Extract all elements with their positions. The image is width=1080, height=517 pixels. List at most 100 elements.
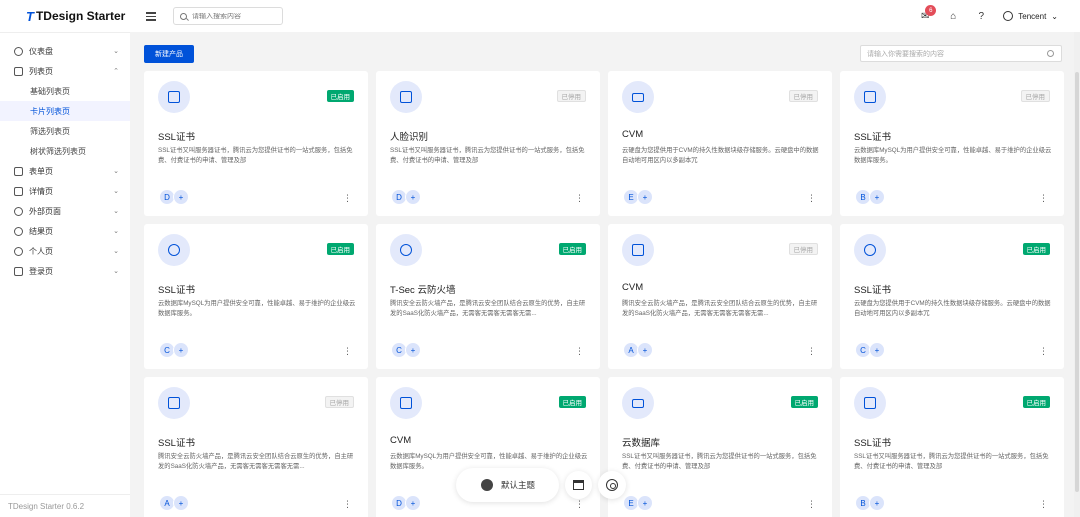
- more-options-icon[interactable]: ⋮: [1039, 194, 1048, 203]
- card-avatars: A +: [623, 342, 653, 358]
- search-icon: [180, 12, 187, 20]
- status-badge: 已启用: [558, 396, 586, 408]
- sidebar-item-label: 列表页: [29, 66, 53, 76]
- more-options-icon[interactable]: ⋮: [1039, 347, 1048, 356]
- floating-toolbar: 默认主题: [456, 468, 626, 502]
- more-options-icon[interactable]: ⋮: [1039, 500, 1048, 509]
- sidebar-item-label: 仪表盘: [29, 46, 53, 56]
- help-icon[interactable]: ?: [975, 10, 987, 22]
- chevron-down-icon: ⌄: [113, 248, 119, 255]
- sidebar-item-dashboard[interactable]: 仪表盘 ⌄: [0, 41, 130, 61]
- chevron-up-icon: ⌃: [113, 68, 119, 75]
- add-member-button[interactable]: +: [405, 342, 421, 358]
- status-badge: 已启用: [790, 396, 818, 408]
- status-badge: 已启用: [558, 243, 586, 255]
- card-title: CVM: [390, 435, 412, 446]
- sidebar-item-user[interactable]: 个人页 ⌄: [0, 241, 130, 261]
- chevron-down-icon: ⌄: [113, 228, 119, 235]
- mail-icon[interactable]: ✉ 6: [919, 5, 937, 22]
- header-search[interactable]: [173, 7, 283, 25]
- add-member-button[interactable]: +: [637, 342, 653, 358]
- add-member-button[interactable]: +: [173, 495, 189, 511]
- user-name: Tencent: [1018, 11, 1047, 21]
- sidebar-item-list[interactable]: 列表页 ⌃: [0, 61, 130, 81]
- more-options-icon[interactable]: ⋮: [807, 194, 816, 203]
- sidebar-item-detail[interactable]: 详情页 ⌄: [0, 181, 130, 201]
- more-options-icon[interactable]: ⋮: [575, 347, 584, 356]
- menu-toggle-icon[interactable]: [146, 11, 160, 21]
- product-card[interactable]: 已启用 T-Sec 云防火墙 腾讯安全云防火墙产品，是腾讯云安全团队结合云原生的优势…: [376, 224, 600, 369]
- card-avatars: E +: [623, 495, 653, 511]
- add-member-button[interactable]: +: [173, 189, 189, 205]
- product-card[interactable]: 已启用 云数据库 SSL证书又叫服务器证书，腾讯云为您提供证书的一站式服务，包括免费…: [608, 377, 832, 517]
- card-avatars: B +: [855, 495, 885, 511]
- product-card[interactable]: 已停用 SSL证书云数据库MySQL为用户提供安全可靠，性能卓越、易于维护的企业级…: [840, 71, 1064, 216]
- scrollbar[interactable]: [1074, 32, 1080, 517]
- sidebar-item-form[interactable]: 表单页 ⌄: [0, 161, 130, 181]
- more-options-icon[interactable]: ⋮: [807, 500, 816, 509]
- add-member-button[interactable]: +: [869, 189, 885, 205]
- more-options-icon[interactable]: ⋮: [343, 194, 352, 203]
- settings-button[interactable]: [598, 471, 626, 499]
- laptop-icon: [622, 81, 654, 113]
- header-search-input[interactable]: [192, 12, 272, 20]
- globe-icon: [14, 206, 23, 216]
- product-card[interactable]: 已启用 SSL证书 SSL证书又叫服务器证书，腾讯云为您提供证书的一站式服务，包括免…: [144, 71, 368, 216]
- sidebar-subitem-filter-list[interactable]: 筛选列表页: [0, 121, 130, 141]
- add-member-button[interactable]: +: [405, 495, 421, 511]
- sidebar-item-label: 个人页: [29, 246, 53, 256]
- product-search-placeholder: 请输入你需要搜索的内容: [867, 50, 944, 58]
- add-member-button[interactable]: +: [173, 342, 189, 358]
- add-member-button[interactable]: +: [405, 189, 421, 205]
- id-card-icon: [158, 81, 190, 113]
- sidebar-subitem-base-list[interactable]: 基础列表页: [0, 81, 130, 101]
- product-card[interactable]: 已停用 CVM 云硬盘为您提供用于CVM的持久性数据块级存储服务。云硬盘中的数据自动…: [608, 71, 832, 216]
- product-card[interactable]: 已停用 SSL证书 腾讯安全云防火墙产品，是腾讯云安全团队结合云原生的优势，自主研发…: [144, 377, 368, 517]
- sidebar-item-login[interactable]: 登录页 ⌄: [0, 261, 130, 281]
- shop-button[interactable]: [564, 471, 593, 499]
- add-member-button[interactable]: +: [637, 189, 653, 205]
- product-card[interactable]: 已停用 人脸识别 SSL证书又叫服务器证书，腾讯云为您提供证书的一站式服务，包括免费…: [376, 71, 600, 216]
- logo[interactable]: T TDesign Starter: [0, 9, 130, 24]
- product-card[interactable]: 已停用 CVM 腾讯安全云防火墙产品，是腾讯云安全团队结合云原生的优势，自主研发的S…: [608, 224, 832, 369]
- more-options-icon[interactable]: ⋮: [343, 347, 352, 356]
- add-member-button[interactable]: +: [869, 342, 885, 358]
- add-member-button[interactable]: +: [637, 495, 653, 511]
- sidebar-item-label: 登录页: [29, 266, 53, 276]
- add-member-button[interactable]: +: [869, 495, 885, 511]
- sidebar-item-external[interactable]: 外部页面 ⌄: [0, 201, 130, 221]
- calendar-icon: [854, 81, 886, 113]
- more-options-icon[interactable]: ⋮: [807, 347, 816, 356]
- card-title: SSL证书: [854, 132, 891, 143]
- product-card[interactable]: 已启用 SSL证书 云硬盘为您提供用于CVM的持久性数据块级存储服务。云硬盘中的数据…: [840, 224, 1064, 369]
- sidebar-subitem-tree-list[interactable]: 树状筛选列表页: [0, 141, 130, 161]
- sidebar-subitem-card-list[interactable]: 卡片列表页: [0, 101, 130, 121]
- more-options-icon[interactable]: ⋮: [575, 194, 584, 203]
- new-product-button[interactable]: 新建产品: [144, 45, 194, 63]
- card-description: SSL证书又叫服务器证书，腾讯云为您提供证书的一站式服务，包括免费、付费证书的申…: [854, 453, 1049, 470]
- product-card[interactable]: 已启用 SSL证书 云数据库MySQL为用户提供安全可靠，性能卓越、易于维护的企业级…: [144, 224, 368, 369]
- status-badge: 已启用: [326, 243, 354, 255]
- sidebar-item-result[interactable]: 结果页 ⌄: [0, 221, 130, 241]
- chevron-down-icon: ⌄: [113, 48, 119, 55]
- card-title: SSL证书: [854, 285, 891, 296]
- card-description: 云数据库MySQL为用户提供安全可靠，性能卓越、易于维护的企业级云数据库服务。: [158, 300, 356, 317]
- card-description: SSL证书又叫服务器证书，腾讯云为您提供证书的一站式服务，包括免费、付费证书的申…: [622, 453, 817, 470]
- headset-icon: [854, 234, 886, 266]
- status-badge: 已停用: [788, 90, 818, 102]
- card-description: 云数据库MySQL为用户提供安全可靠，性能卓越、易于维护的企业级云数据库服务。: [854, 147, 1052, 164]
- scrollbar-thumb[interactable]: [1075, 72, 1079, 492]
- check-circle-icon: [14, 226, 23, 236]
- status-badge: 已停用: [1020, 90, 1050, 102]
- more-options-icon[interactable]: ⋮: [343, 500, 352, 509]
- card-avatars: B +: [855, 189, 885, 205]
- github-icon[interactable]: ⌂: [947, 10, 959, 22]
- user-menu[interactable]: Tencent ⌄: [1003, 11, 1058, 21]
- product-search-input[interactable]: 请输入你需要搜索的内容: [860, 45, 1062, 62]
- card-avatars: D +: [391, 495, 421, 511]
- product-card[interactable]: 已启用 SSL证书 SSL证书又叫服务器证书，腾讯云为您提供证书的一站式服务，包括免…: [840, 377, 1064, 517]
- layers-icon: [14, 186, 23, 196]
- theme-button[interactable]: 默认主题: [456, 468, 559, 502]
- calendar-icon: [854, 387, 886, 419]
- headset-icon: [390, 234, 422, 266]
